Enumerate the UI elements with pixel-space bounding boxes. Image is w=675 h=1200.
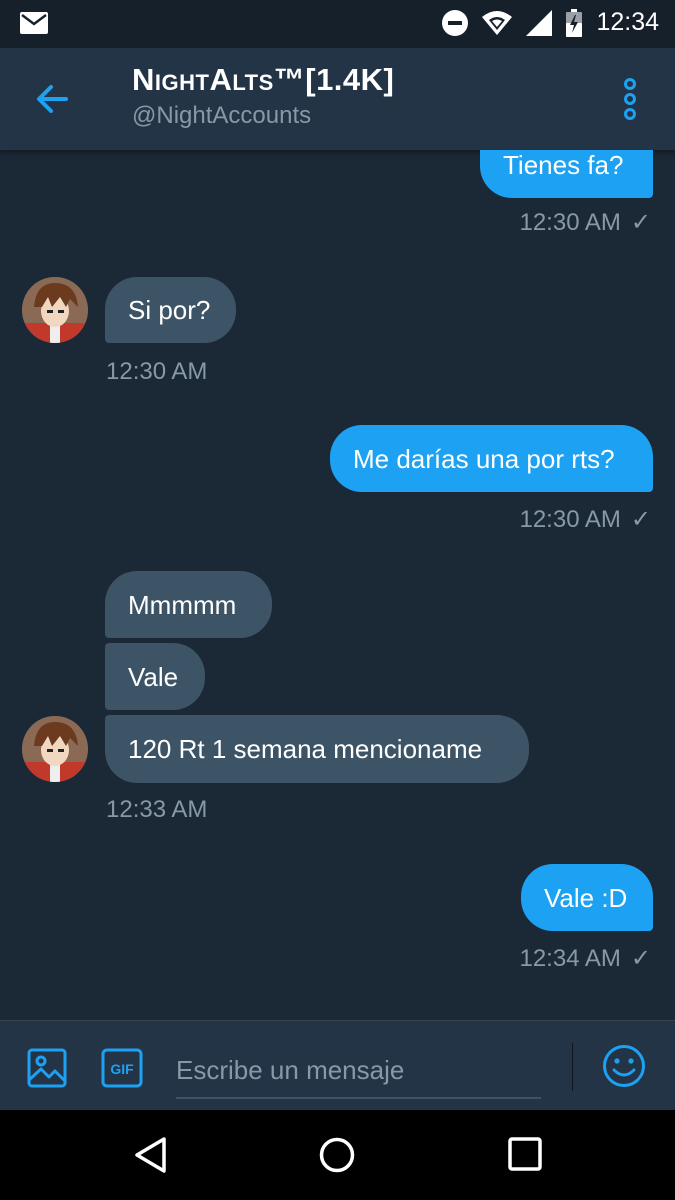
avatar[interactable] — [22, 277, 88, 343]
read-check-icon: ✓ — [630, 209, 651, 236]
message-text: Me darías una por rts? — [353, 443, 615, 474]
read-check-icon: ✓ — [630, 506, 651, 533]
message-bubble-incoming[interactable]: Vale — [105, 643, 205, 710]
message-bubble-incoming[interactable]: Mmmmm — [105, 571, 272, 638]
nav-back-icon[interactable] — [134, 1137, 168, 1173]
message-bubble-outgoing[interactable]: Me darías una por rts? — [330, 425, 653, 492]
nav-home-icon[interactable] — [319, 1137, 355, 1173]
conversation-title-block[interactable]: NightAlts™[1.4K] @NightAccounts — [132, 62, 394, 130]
conversation-handle: @NightAccounts — [132, 102, 312, 129]
status-time: 12:34 — [596, 8, 659, 36]
avatar-image — [22, 716, 88, 782]
message-text: 120 Rt 1 semana mencioname — [128, 734, 483, 764]
message-bubble-outgoing[interactable]: Vale :D — [521, 864, 653, 931]
avatar-image — [22, 277, 88, 343]
more-vertical-icon[interactable] — [615, 76, 645, 122]
message-text: Vale — [128, 661, 179, 692]
message-bubble-incoming[interactable]: 120 Rt 1 semana mencioname — [105, 715, 529, 783]
message-timestamp: 12:33 AM — [106, 796, 208, 823]
battery-icon — [566, 8, 583, 37]
message-text: Vale :D — [544, 882, 628, 913]
mail-icon — [20, 12, 48, 34]
message-text: Si por? — [128, 295, 211, 325]
message-composer: GIF — [0, 1020, 675, 1111]
system-navigation-bar — [0, 1110, 675, 1200]
message-text: Mmmmm — [128, 589, 237, 620]
conversation-title: NightAlts™[1.4K] — [132, 62, 395, 97]
signal-icon — [526, 9, 553, 36]
message-timestamp: 12:34 AM ✓ — [519, 944, 651, 973]
gif-icon[interactable]: GIF — [101, 1048, 143, 1088]
message-bubble-incoming[interactable]: Si por? — [105, 277, 236, 343]
message-input[interactable] — [176, 1043, 541, 1099]
conversation-header: NightAlts™[1.4K] @NightAccounts — [0, 48, 675, 150]
gif-label: GIF — [110, 1061, 134, 1077]
message-timestamp: 12:30 AM — [106, 358, 208, 385]
status-bar: 12:34 — [0, 0, 675, 48]
message-list[interactable]: Tienes fa? 12:30 AM ✓ Si por? 12:30 AM M… — [0, 150, 675, 1020]
message-timestamp: 12:30 AM ✓ — [519, 505, 651, 534]
message-text: Tienes fa? — [503, 150, 624, 180]
dnd-icon — [442, 9, 469, 36]
back-arrow-icon[interactable] — [30, 76, 76, 122]
wifi-icon — [482, 10, 513, 35]
read-check-icon: ✓ — [630, 945, 651, 972]
emoji-icon[interactable] — [602, 1044, 646, 1088]
avatar[interactable] — [22, 716, 88, 782]
composer-divider — [572, 1043, 573, 1091]
nav-recents-icon[interactable] — [508, 1137, 542, 1171]
message-timestamp: 12:30 AM ✓ — [519, 208, 651, 237]
message-bubble-outgoing[interactable]: Tienes fa? — [480, 150, 653, 198]
image-icon[interactable] — [27, 1048, 67, 1088]
